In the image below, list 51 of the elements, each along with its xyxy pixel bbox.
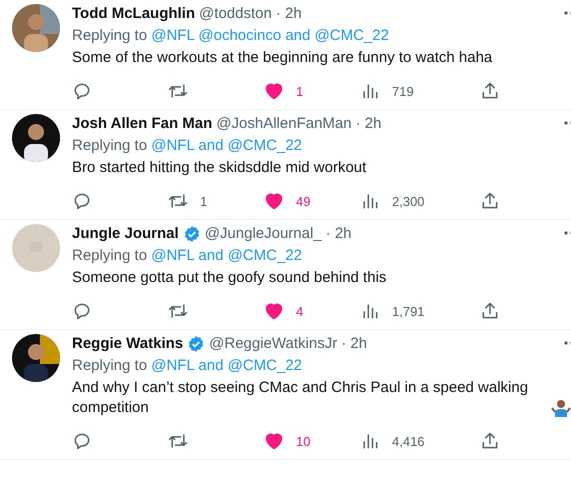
share-button[interactable] — [480, 191, 500, 211]
author-name[interactable]: Reggie Watkins — [72, 334, 184, 354]
share-button[interactable] — [480, 81, 500, 101]
like-count: 4 — [296, 304, 304, 318]
reply-tweet[interactable]: Josh Allen Fan Man @JoshAllenFanMan · 2h Replying to @NFL and @CMC_22 Bro started hitting the skidsddle mid workout 1 49 2,300 — [0, 110, 571, 220]
like-button[interactable] — [264, 191, 284, 211]
like-button[interactable] — [264, 81, 284, 101]
reply-button[interactable] — [72, 431, 92, 451]
tweet-text: Some of the workouts at the beginning are funny to watch haha — [72, 48, 492, 68]
reply-button[interactable] — [72, 301, 92, 321]
view-count: 4,416 — [392, 434, 425, 448]
reply-button[interactable] — [72, 81, 92, 101]
share-button[interactable] — [480, 301, 500, 321]
view-count: 1,791 — [392, 304, 425, 318]
like-count: 49 — [296, 194, 310, 208]
view-count: 719 — [392, 84, 414, 98]
author-handle[interactable]: @JungleJournal_ — [204, 224, 322, 244]
reply-tweet[interactable]: Reggie Watkins @ReggieWatkinsJr · 2h Replying to @NFL and @CMC_22 And why I can’t stop seeing CMac and Chris Paul in a speed walking competition 10 4,416 — [0, 330, 571, 460]
like-button[interactable] — [264, 431, 284, 451]
author-handle[interactable]: @toddston — [199, 4, 272, 24]
like-button[interactable] — [264, 301, 284, 321]
post-time: · 2h — [341, 334, 368, 354]
reply-tweet[interactable]: Jungle Journal @JungleJournal_ · 2h Replying to @NFL and @CMC_22 Someone gotta put the goofy sound behind this 4 1,791 — [0, 220, 571, 330]
verified-badge-icon — [182, 225, 201, 243]
replying-label: Replying to — [72, 27, 148, 44]
share-button[interactable] — [480, 431, 500, 451]
like-count: 1 — [296, 84, 304, 98]
post-time: · 2h — [356, 114, 382, 134]
post-time: · 2h — [326, 224, 352, 244]
replying-label: Replying to — [72, 247, 148, 264]
post-time: · 2h — [276, 4, 302, 24]
tweet-text: And why I can’t stop seeing CMac and Chris Paul in a speed walking competition — [72, 378, 530, 418]
tweet-text: Bro started hitting the skidsddle mid workout — [72, 158, 366, 178]
verified-badge-icon — [187, 335, 206, 353]
replying-label: Replying to — [72, 357, 148, 374]
author-name[interactable]: Todd McLaughlin — [72, 4, 196, 24]
tweet-text: Someone gotta put the goofy sound behind this — [72, 268, 386, 288]
more-icon[interactable] — [563, 230, 571, 236]
replying-label: Replying to — [72, 137, 148, 154]
author-name[interactable]: Jungle Journal — [72, 224, 179, 244]
reply-button[interactable] — [72, 191, 92, 211]
more-icon[interactable] — [563, 10, 571, 16]
author-handle[interactable]: @JoshAllenFanMan — [216, 114, 352, 134]
more-icon[interactable] — [563, 340, 571, 346]
author-handle[interactable]: @ReggieWatkinsJr — [209, 334, 338, 354]
retweet-count: 1 — [200, 194, 208, 208]
more-icon[interactable] — [563, 120, 571, 126]
reply-tweet[interactable]: Todd McLaughlin @toddston · 2h Replying to @NFL @ochocinco and @CMC_22 Some of the workouts at the beginning are funny to watch haha 1 719 — [0, 0, 571, 110]
view-count: 2,300 — [392, 194, 425, 208]
author-name[interactable]: Josh Allen Fan Man — [72, 114, 212, 134]
like-count: 10 — [296, 434, 310, 448]
